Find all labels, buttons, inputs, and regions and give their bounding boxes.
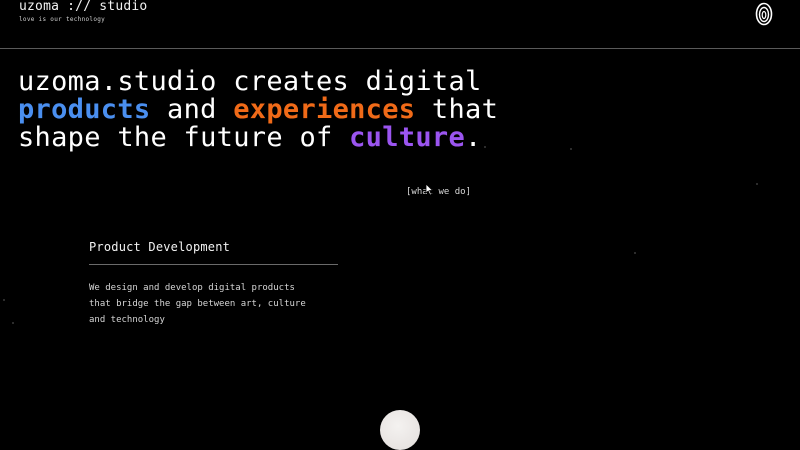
service-desc-line-2: that bridge the gap between art, culture [89, 299, 306, 309]
mouse-cursor-icon [425, 183, 434, 196]
brand-tagline: love is our technology [19, 16, 106, 23]
hero-period: . [465, 122, 482, 153]
service-desc-line-1: We design and develop digital products [89, 283, 295, 293]
background-star [570, 148, 572, 150]
swirl-logo-icon[interactable] [755, 2, 773, 26]
hero-line-2: products and experiences that [18, 96, 618, 124]
background-star [634, 252, 636, 254]
site-header: uzoma :// studio love is our technology [0, 0, 800, 49]
background-star [756, 183, 758, 185]
page: uzoma :// studio love is our technology … [0, 0, 800, 450]
service-divider [89, 264, 338, 265]
scroll-orb[interactable] [380, 410, 420, 450]
hero-word-culture: culture [349, 122, 465, 153]
background-star [3, 299, 5, 301]
background-star [12, 322, 14, 324]
service-description: We design and develop digital products t… [89, 280, 349, 328]
hero-line-1: uzoma.studio creates digital [18, 66, 482, 97]
hero-word-that: that [415, 94, 499, 125]
hero-word-experiences: experiences [233, 94, 416, 125]
hero-word-and: and [150, 94, 234, 125]
brand-name[interactable]: uzoma :// studio [19, 0, 147, 14]
hero-headline: uzoma.studio creates digital products an… [18, 68, 618, 152]
service-desc-line-3: and technology [89, 315, 165, 325]
what-we-do-link[interactable]: [what we do] [406, 186, 471, 198]
service-title: Product Development [89, 240, 231, 254]
hero-word-products: products [18, 94, 151, 125]
hero-line-3: shape the future of culture. [18, 124, 618, 152]
background-star [484, 146, 486, 148]
hero-line-3-start: shape the future of [18, 122, 350, 153]
